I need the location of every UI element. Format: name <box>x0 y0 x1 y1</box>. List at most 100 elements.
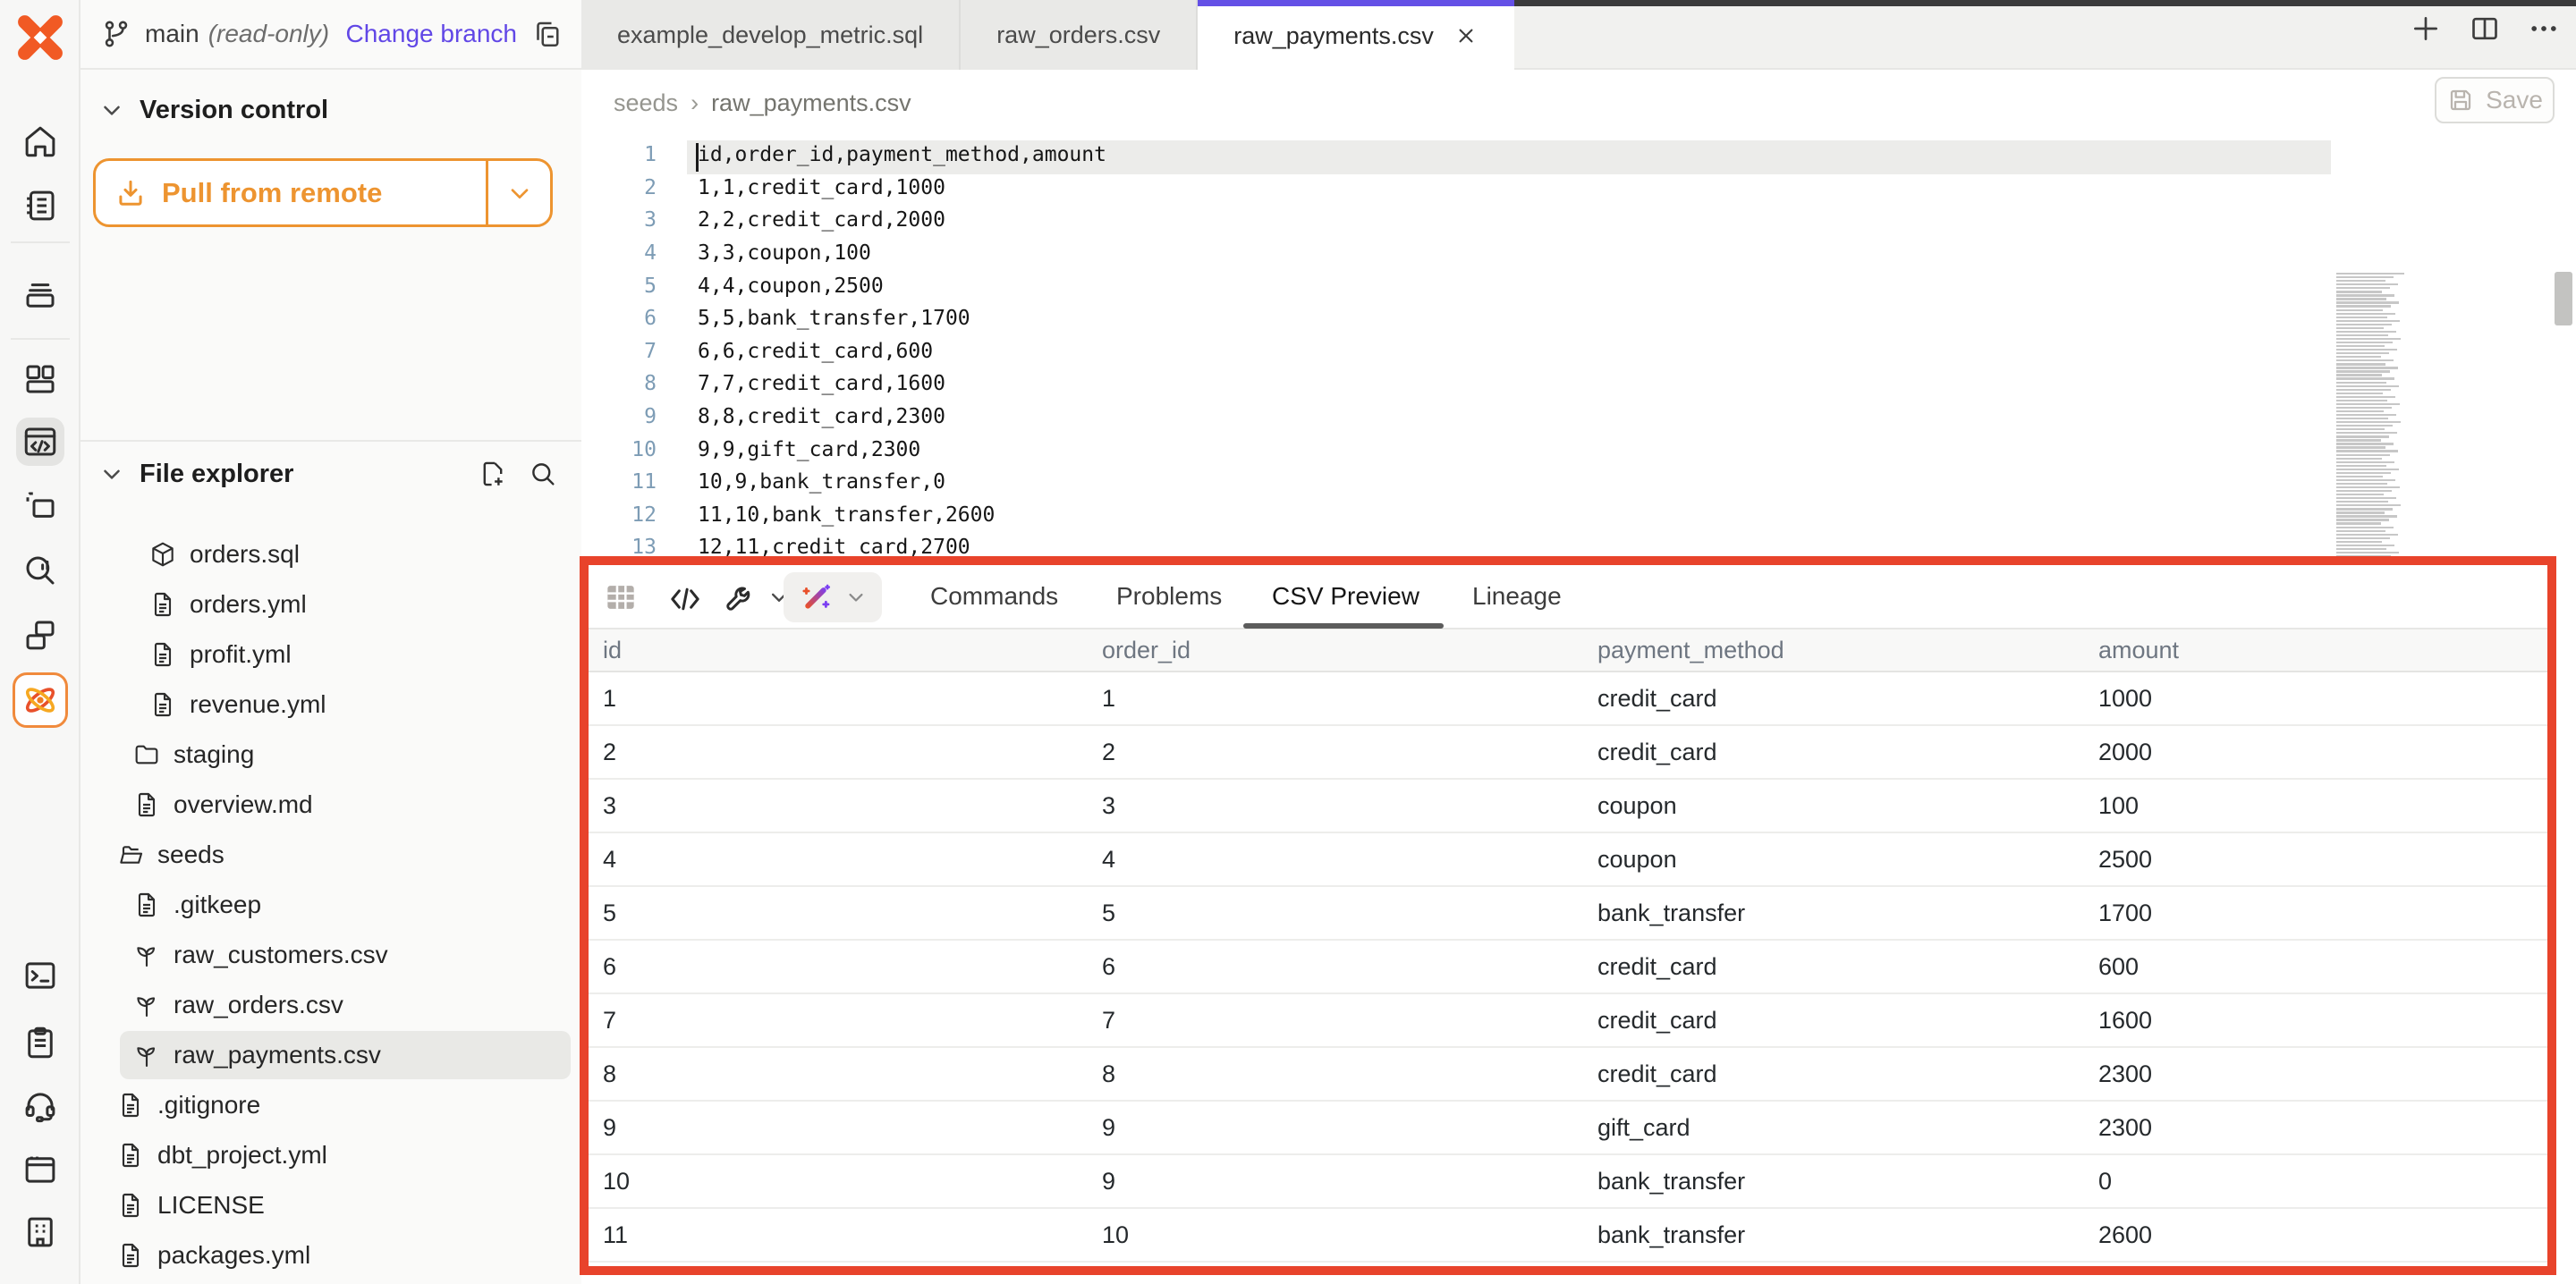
breadcrumb-separator: › <box>691 89 699 117</box>
file-tree-item[interactable]: profit.yml <box>80 629 581 680</box>
csv-table-row[interactable]: 8 8 credit_card 2300 <box>589 1048 2547 1102</box>
docs-notebook-button[interactable] <box>16 182 64 230</box>
more-options-button[interactable] <box>2526 11 2562 46</box>
bottom-panel-tab[interactable]: Commands <box>930 565 1058 628</box>
file-explorer-header[interactable]: File explorer <box>80 454 581 494</box>
bottom-panel-toolbar: Commands Problems CSV Preview Lineage <box>589 565 2547 629</box>
cell-amount: 1600 <box>2098 1007 2547 1035</box>
csv-table-row[interactable]: 11 10 bank_transfer 2600 <box>589 1209 2547 1263</box>
file-tree-item[interactable]: overview.md <box>80 780 581 830</box>
new-tab-button[interactable] <box>2408 11 2444 46</box>
stack-icon <box>21 276 59 314</box>
breadcrumb-row: seeds › raw_payments.csv Save <box>581 70 2576 136</box>
csv-table-row[interactable]: 7 7 credit_card 1600 <box>589 994 2547 1048</box>
cell-id: 11 <box>603 1221 1102 1249</box>
paradime-logo-icon <box>15 14 65 61</box>
file-name: overview.md <box>174 790 313 819</box>
browser-button[interactable] <box>16 1145 64 1194</box>
breadcrumb-folder[interactable]: seeds <box>614 89 678 117</box>
file-name: .gitignore <box>157 1091 260 1119</box>
code-line: 1 id,order_id,payment_method,amount <box>581 139 2576 172</box>
file-tree-item[interactable]: orders.yml <box>80 579 581 629</box>
save-floppy-icon <box>2446 86 2475 114</box>
breadcrumb-file: raw_payments.csv <box>711 89 911 117</box>
csv-table-row[interactable]: 2 2 credit_card 2000 <box>589 726 2547 780</box>
cell-order-id: 10 <box>1102 1221 1597 1249</box>
copy-branch-button[interactable] <box>531 18 564 50</box>
file-tree-item[interactable]: packages.yml <box>80 1230 581 1280</box>
cell-amount: 0 <box>2098 1168 2547 1195</box>
integration-atom-button[interactable] <box>13 672 68 728</box>
file-tree-item[interactable]: dbt_project.yml <box>80 1130 581 1180</box>
editor-tab[interactable]: raw_payments.csv <box>1198 0 1514 72</box>
chevron-down-icon <box>98 460 125 487</box>
csv-table-row[interactable]: 5 5 bank_transfer 1700 <box>589 887 2547 941</box>
data-search-button[interactable] <box>16 546 64 595</box>
csv-table-row[interactable]: 9 9 gift_card 2300 <box>589 1102 2547 1155</box>
ai-magic-wand-button[interactable] <box>784 572 882 622</box>
file-explorer-title: File explorer <box>140 460 293 489</box>
version-control-header[interactable]: Version control <box>80 90 581 130</box>
file-type-icon <box>116 1091 145 1119</box>
build-tools-button[interactable] <box>723 579 792 615</box>
csv-table-row[interactable]: 4 4 coupon 2500 <box>589 833 2547 887</box>
search-analytics-icon <box>21 552 59 589</box>
file-tree-item[interactable]: orders.sql <box>80 529 581 579</box>
split-editor-button[interactable] <box>2467 11 2503 46</box>
file-tree-item[interactable]: LICENSE <box>80 1180 581 1230</box>
csv-column-header: order_id <box>1102 637 1597 664</box>
file-tree-item[interactable]: raw_orders.csv <box>80 980 581 1030</box>
chevron-down-icon <box>843 585 869 610</box>
cell-payment-method: bank_transfer <box>1597 1168 2098 1195</box>
file-tree-item[interactable]: raw_payments.csv <box>80 1030 581 1080</box>
editor-tab[interactable]: raw_orders.csv <box>961 0 1198 70</box>
csv-table-row[interactable]: 10 9 bank_transfer 0 <box>589 1155 2547 1209</box>
code-editor[interactable]: 1 id,order_id,payment_method,amount 2 1,… <box>581 136 2576 565</box>
bottom-panel-tab[interactable]: Problems <box>1116 565 1222 628</box>
search-files-button[interactable] <box>528 459 558 489</box>
file-tree-item[interactable]: revenue.yml <box>80 680 581 730</box>
dashboards-button[interactable] <box>16 355 64 403</box>
home-button[interactable] <box>16 117 64 165</box>
csv-table-row[interactable]: 3 3 coupon 100 <box>589 780 2547 833</box>
code-line: 5 4,4,coupon,2500 <box>581 269 2576 302</box>
apps-windows-button[interactable] <box>16 611 64 659</box>
csv-table-row[interactable]: 6 6 credit_card 600 <box>589 941 2547 994</box>
terminal-button[interactable] <box>16 951 64 1000</box>
warehouse-stack-button[interactable] <box>16 271 64 319</box>
table-grid-icon <box>601 578 640 617</box>
close-tab-button[interactable] <box>1453 23 1479 48</box>
editor-tab[interactable]: example_develop_metric.sql <box>581 0 961 70</box>
bottom-panel-tab[interactable]: CSV Preview <box>1272 565 1419 628</box>
code-line: 7 6,6,credit_card,600 <box>581 335 2576 368</box>
branch-name: main <box>145 20 199 48</box>
file-type-icon <box>116 1191 145 1220</box>
pull-options-caret-button[interactable] <box>486 161 550 224</box>
csv-table-row[interactable]: 1 1 credit_card 1000 <box>589 672 2547 726</box>
support-headset-button[interactable] <box>16 1082 64 1130</box>
file-tree-item[interactable]: .gitignore <box>80 1080 581 1130</box>
editor-scrollbar-thumb[interactable] <box>2555 272 2572 325</box>
branch-mode-label: (read-only) <box>208 20 329 48</box>
results-table-button[interactable] <box>601 578 640 617</box>
file-tree-item[interactable]: raw_customers.csv <box>80 930 581 980</box>
csv-preview-table-body: 1 1 credit_card 1000 2 2 credit_card 200… <box>589 672 2547 1263</box>
line-number: 12 <box>581 503 657 527</box>
pull-from-remote-button[interactable]: Pull from remote <box>96 161 486 224</box>
bottom-panel-tab[interactable]: Lineage <box>1472 565 1562 628</box>
clipboard-button[interactable] <box>16 1018 64 1067</box>
compiled-code-button[interactable] <box>667 581 703 617</box>
cell-amount: 100 <box>2098 792 2547 820</box>
organization-button[interactable] <box>16 1208 64 1256</box>
line-text: 2,2,credit_card,2000 <box>698 208 945 232</box>
change-branch-link[interactable]: Change branch <box>346 20 517 48</box>
save-button[interactable]: Save <box>2435 77 2555 123</box>
canvas-frame-button[interactable] <box>16 482 64 530</box>
file-tree-item[interactable]: .gitkeep <box>80 880 581 930</box>
new-file-button[interactable] <box>478 459 508 489</box>
activity-separator <box>11 241 70 243</box>
file-tree-item[interactable]: staging <box>80 730 581 780</box>
code-editor-button[interactable] <box>16 418 64 466</box>
cell-payment-method: coupon <box>1597 846 2098 874</box>
file-tree-item[interactable]: seeds <box>80 830 581 880</box>
